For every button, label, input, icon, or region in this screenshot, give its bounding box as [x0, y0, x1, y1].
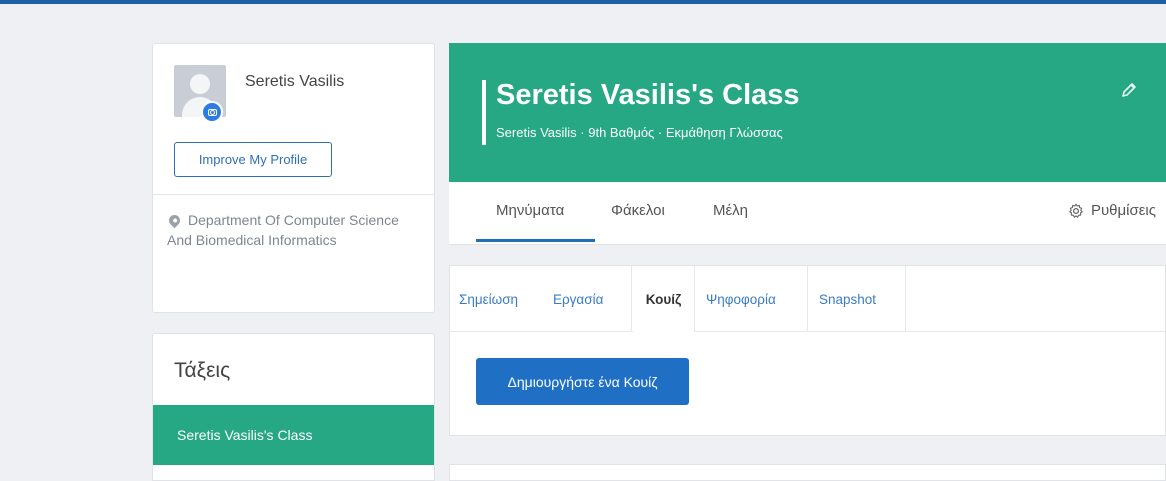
classes-card: Τάξεις Seretis Vasilis's Class [152, 333, 435, 481]
header-accent-bar [482, 80, 486, 145]
active-tab-indicator [476, 239, 595, 242]
pencil-icon[interactable] [1120, 81, 1138, 99]
divider [631, 266, 632, 332]
divider [905, 266, 906, 332]
settings-label: Ρυθμίσεις [1090, 202, 1156, 219]
tab-messages[interactable]: Μηνύματα [496, 202, 564, 219]
settings-button[interactable]: Ρυθμίσεις [1068, 202, 1156, 219]
tab-snapshot[interactable]: Snapshot [819, 266, 876, 332]
classes-title: Τάξεις [174, 359, 231, 382]
top-accent-bar [0, 0, 1166, 4]
class-title: Seretis Vasilis's Class [496, 79, 800, 111]
divider [694, 266, 695, 332]
create-quiz-button[interactable]: Δημιουργήστε ένα Κουίζ [476, 358, 689, 405]
camera-icon[interactable] [201, 101, 223, 123]
profile-card: Seretis Vasilis Improve My Profile Depar… [152, 43, 435, 313]
improve-profile-button[interactable]: Improve My Profile [174, 142, 332, 177]
tab-folders[interactable]: Φάκελοι [611, 202, 665, 219]
tab-assignment[interactable]: Εργασία [553, 266, 603, 332]
department-link[interactable]: Department Of Computer Science And Biome… [166, 210, 417, 250]
tab-note[interactable]: Σημείωση [459, 266, 518, 332]
divider [807, 266, 808, 332]
tab-members[interactable]: Μέλη [713, 202, 748, 219]
tab-quiz[interactable]: Κουίζ [633, 266, 694, 332]
post-type-tabs: Σημείωση Εργασία Κουίζ Ψηφοφορία Snapsho… [450, 266, 1165, 332]
feed-panel [449, 464, 1166, 481]
profile-name: Seretis Vasilis [245, 73, 345, 90]
class-nav: Μηνύματα Φάκελοι Μέλη Ρυθμίσεις [449, 182, 1166, 245]
class-header: Seretis Vasilis's Class Seretis Vasilis … [449, 43, 1166, 182]
location-pin-icon [166, 212, 183, 229]
gear-icon [1069, 203, 1083, 218]
divider [153, 194, 434, 195]
class-subtitle: Seretis Vasilis · 9th Βαθμός · Εκμάθηση … [496, 125, 783, 140]
tab-poll[interactable]: Ψηφοφορία [706, 266, 776, 332]
class-item-seretis[interactable]: Seretis Vasilis's Class [153, 405, 434, 465]
post-composer: Σημείωση Εργασία Κουίζ Ψηφοφορία Snapsho… [449, 265, 1166, 436]
department-label: Department Of Computer Science And Biome… [167, 212, 399, 248]
